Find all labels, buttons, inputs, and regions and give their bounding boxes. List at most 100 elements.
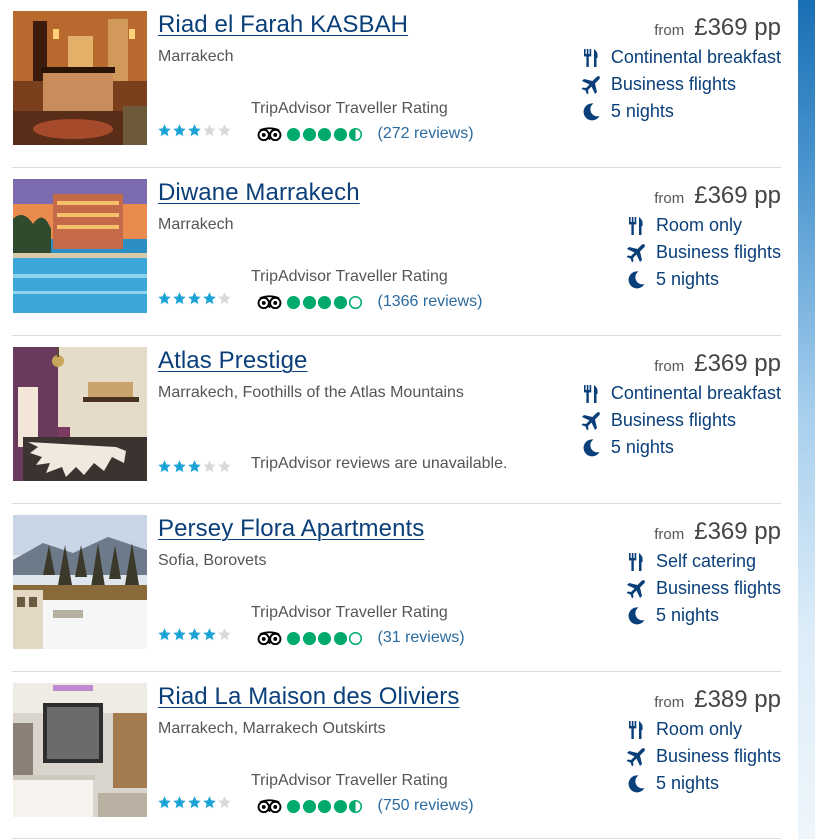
tripadvisor-owl-icon (257, 295, 282, 309)
hotel-name-link[interactable]: Riad La Maison des Oliviers (158, 683, 460, 711)
hotel-name-link[interactable]: Persey Flora Apartments (158, 515, 424, 543)
tripadvisor-unavailable-text: TripAdvisor reviews are unavailable. (251, 455, 508, 472)
star-filled-icon (172, 291, 187, 306)
duration-text: 5 nights (610, 437, 674, 457)
reviews-link[interactable]: (750 reviews) (378, 797, 474, 815)
reviews-link[interactable]: (31 reviews) (378, 629, 465, 647)
hotel-name-link[interactable]: Riad el Farah KASBAH (158, 11, 408, 39)
star-filled-icon (187, 291, 202, 306)
board-basis-text: Continental breakfast (610, 383, 781, 403)
price-from-label: from (654, 358, 685, 375)
hotel-card[interactable]: Riad el Farah KASBAH Marrakech TripAdvisor… (12, 0, 781, 168)
hotel-name-link[interactable]: Atlas Prestige (158, 347, 307, 375)
reviews-link[interactable]: (272 reviews) (378, 125, 474, 143)
rating-bubble-half-icon (348, 799, 363, 814)
tripadvisor-rating-label: TripAdvisor Traveller Rating (251, 268, 448, 285)
hotel-location: Marrakech (158, 48, 234, 65)
hotel-card[interactable]: Riad La Maison des Oliviers Marrakech, Ma… (12, 672, 781, 839)
board-basis-text: Continental breakfast (610, 47, 781, 67)
star-filled-icon (157, 123, 172, 138)
hotel-star-rating (157, 459, 232, 474)
price-amount: £389 pp (694, 686, 781, 713)
hotel-location: Marrakech (158, 216, 234, 233)
price-block: from £369 pp (654, 182, 781, 210)
hotel-thumbnail[interactable] (13, 11, 147, 145)
star-empty-icon (202, 459, 217, 474)
board-basis-text: Self catering (655, 551, 756, 571)
tripadvisor-bubbles (286, 127, 364, 142)
rating-bubble-full-icon (333, 295, 348, 310)
rating-bubble-full-icon (302, 799, 317, 814)
page-side-gradient (798, 0, 815, 839)
flight-type-text: Business flights (655, 242, 781, 262)
star-filled-icon (202, 627, 217, 642)
cutlery-icon (581, 48, 601, 68)
rating-bubble-full-icon (317, 631, 332, 646)
rating-bubble-full-icon (333, 631, 348, 646)
hotel-name-link[interactable]: Diwane Marrakech (158, 179, 360, 207)
hotel-location: Sofia, Borovets (158, 552, 267, 569)
star-empty-icon (217, 291, 232, 306)
price-amount: £369 pp (694, 518, 781, 545)
star-filled-icon (187, 795, 202, 810)
hotel-star-rating (157, 627, 232, 642)
duration-text: 5 nights (655, 773, 719, 793)
holiday-features: Self catering Business flights 5 nights (626, 548, 781, 629)
rating-bubble-half-icon (348, 127, 363, 142)
board-basis: Room only (626, 212, 781, 239)
rating-bubble-full-icon (317, 127, 332, 142)
hotel-star-rating (157, 291, 232, 306)
hotel-star-rating (157, 795, 232, 810)
hotel-thumbnail[interactable] (13, 683, 147, 817)
flight-type: Business flights (581, 71, 781, 98)
flight-type: Business flights (581, 407, 781, 434)
rating-bubble-full-icon (302, 631, 317, 646)
board-basis: Continental breakfast (581, 380, 781, 407)
price-from-label: from (654, 694, 685, 711)
flight-type: Business flights (626, 239, 781, 266)
star-filled-icon (157, 459, 172, 474)
star-filled-icon (187, 459, 202, 474)
moon-icon (626, 774, 646, 794)
price-amount: £369 pp (694, 182, 781, 209)
star-filled-icon (157, 291, 172, 306)
hotel-thumbnail[interactable] (13, 179, 147, 313)
star-filled-icon (172, 123, 187, 138)
tripadvisor-bubbles (286, 295, 364, 310)
hotel-card[interactable]: Persey Flora Apartments Sofia, Borovets Tr… (12, 504, 781, 672)
rating-bubble-empty-icon (348, 631, 363, 646)
star-filled-icon (202, 291, 217, 306)
board-basis: Room only (626, 716, 781, 743)
hotel-card[interactable]: Atlas Prestige Marrakech, Foothills of th… (12, 336, 781, 504)
price-amount: £369 pp (694, 350, 781, 377)
tripadvisor-owl-icon (257, 127, 282, 141)
board-basis-text: Room only (655, 719, 742, 739)
holiday-features: Room only Business flights 5 nights (626, 212, 781, 293)
plane-icon (626, 243, 646, 263)
price-block: from £369 pp (654, 14, 781, 42)
cutlery-icon (581, 384, 601, 404)
star-empty-icon (217, 123, 232, 138)
holiday-features: Continental breakfast Business flights 5 n… (581, 380, 781, 461)
price-from-label: from (654, 22, 685, 39)
plane-icon (626, 747, 646, 767)
hotel-card[interactable]: Diwane Marrakech Marrakech TripAdvisor Tra… (12, 168, 781, 336)
hotel-thumbnail[interactable] (13, 347, 147, 481)
duration-text: 5 nights (655, 605, 719, 625)
plane-icon (626, 579, 646, 599)
hotel-thumbnail[interactable] (13, 515, 147, 649)
board-basis: Continental breakfast (581, 44, 781, 71)
hotel-star-rating (157, 123, 232, 138)
cutlery-icon (626, 720, 646, 740)
hotel-results-list: Riad el Farah KASBAH Marrakech TripAdvisor… (0, 0, 798, 839)
moon-icon (626, 270, 646, 290)
star-filled-icon (202, 795, 217, 810)
cutlery-icon (626, 216, 646, 236)
reviews-link[interactable]: (1366 reviews) (378, 293, 483, 311)
price-amount: £369 pp (694, 14, 781, 41)
star-empty-icon (217, 459, 232, 474)
rating-bubble-full-icon (286, 631, 301, 646)
tripadvisor-rating: (750 reviews) (257, 797, 474, 815)
flight-type-text: Business flights (610, 410, 736, 430)
tripadvisor-rating: (272 reviews) (257, 125, 474, 143)
